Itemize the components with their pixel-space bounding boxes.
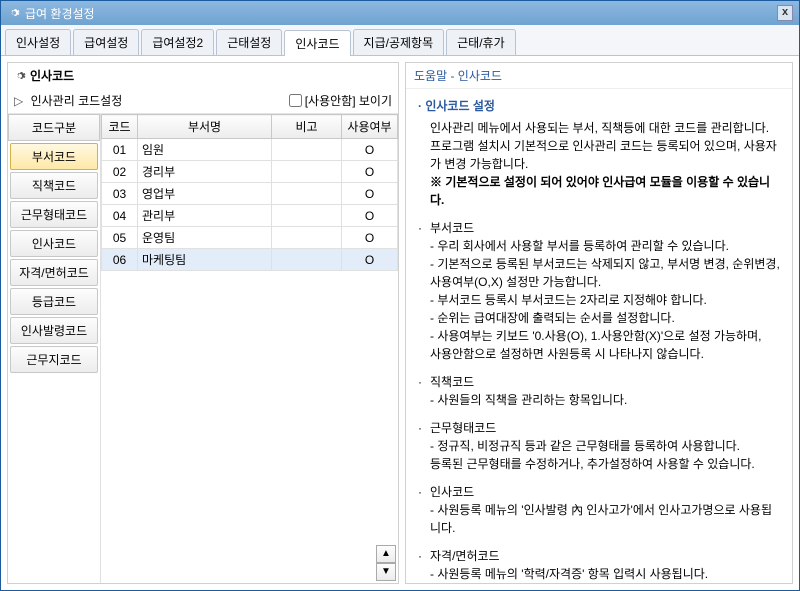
help-text: 사용여부(O,X) 설정만 가능합니다.	[418, 273, 780, 291]
show-unused-label: [사용안함] 보이기	[305, 92, 392, 109]
data-grid[interactable]: 코드부서명비고사용여부 01임원O02경리부O03영업부O04관리부O05운영팀…	[101, 114, 398, 583]
show-unused-toggle[interactable]: [사용안함] 보이기	[289, 92, 392, 109]
help-text: - 부서코드 등록시 부서코드는 2자리로 지정해야 합니다.	[418, 291, 780, 309]
help-body: · 인사코드 설정 인사관리 메뉴에서 사용되는 부서, 직책등에 대한 코드를…	[406, 89, 792, 583]
table-cell[interactable]	[272, 161, 342, 183]
left-panel: 인사코드 ▷ 인사관리 코드설정 [사용안함] 보이기 코드구분 부서코드직책코…	[7, 62, 399, 584]
help-section-title: ·부서코드	[418, 219, 780, 237]
table-cell[interactable]: 운영팀	[138, 227, 272, 249]
table-cell[interactable]: 임원	[138, 139, 272, 161]
help-text: 인사관리 메뉴에서 사용되는 부서, 직책등에 대한 코드를 관리합니다.	[418, 119, 780, 137]
help-section-title: ·근무형태코드	[418, 419, 780, 437]
table-cell[interactable]: 영업부	[138, 183, 272, 205]
close-icon[interactable]: x	[777, 5, 793, 21]
row-order-controls: ▲ ▼	[376, 545, 396, 581]
code-type-button[interactable]: 인사코드	[10, 230, 98, 257]
table-row[interactable]: 03영업부 O	[102, 183, 398, 205]
tab-6[interactable]: 근태/휴가	[446, 29, 516, 55]
table-cell[interactable]: 01	[102, 139, 138, 161]
table-cell[interactable]: O	[342, 249, 398, 271]
help-title: · 인사코드 설정	[418, 97, 780, 115]
help-text: - 정규직, 비정규직 등과 같은 근무형태를 등록하여 사용합니다.	[418, 437, 780, 455]
help-text: - 사용여부는 키보드 '0.사용(O), 1.사용안함(X)'으로 설정 가능…	[418, 327, 780, 345]
table-row[interactable]: 04관리부 O	[102, 205, 398, 227]
left-panel-header: 인사코드	[8, 63, 398, 88]
table-cell[interactable]: 04	[102, 205, 138, 227]
help-text: - 사원등록 메뉴의 '학력/자격증' 항목 입력시 사용됩니다.	[418, 565, 780, 583]
inner-split: 코드구분 부서코드직책코드근무형태코드인사코드자격/면허코드등급코드인사발령코드…	[8, 114, 398, 583]
table-cell[interactable]: O	[342, 139, 398, 161]
table-cell[interactable]: 경리부	[138, 161, 272, 183]
table-cell[interactable]: O	[342, 183, 398, 205]
move-up-button[interactable]: ▲	[376, 545, 396, 563]
table-cell[interactable]: O	[342, 205, 398, 227]
grid-wrap: 코드부서명비고사용여부 01임원O02경리부O03영업부O04관리부O05운영팀…	[100, 114, 398, 583]
code-type-sidebar: 코드구분 부서코드직책코드근무형태코드인사코드자격/면허코드등급코드인사발령코드…	[8, 114, 100, 583]
column-header[interactable]: 사용여부	[342, 115, 398, 139]
help-panel: 도움말 - 인사코드 · 인사코드 설정 인사관리 메뉴에서 사용되는 부서, …	[405, 62, 793, 584]
gear-icon	[14, 70, 26, 82]
move-down-button[interactable]: ▼	[376, 563, 396, 581]
help-text: 등록된 근무형태를 수정하거나, 추가설정하여 사용할 수 있습니다.	[418, 455, 780, 473]
table-cell[interactable]: O	[342, 161, 398, 183]
show-unused-checkbox[interactable]	[289, 94, 302, 107]
content: 인사코드 ▷ 인사관리 코드설정 [사용안함] 보이기 코드구분 부서코드직책코…	[1, 56, 799, 590]
table-cell[interactable]: O	[342, 227, 398, 249]
triangle-icon: ▷	[14, 94, 23, 108]
help-section-title: ·자격/면허코드	[418, 547, 780, 565]
table-cell[interactable]: 관리부	[138, 205, 272, 227]
tab-1[interactable]: 급여설정	[73, 29, 139, 55]
help-text: - 기본적으로 등록된 부서코드는 삭제되지 않고, 부서명 변경, 순위변경,	[418, 255, 780, 273]
code-type-button[interactable]: 근무형태코드	[10, 201, 98, 228]
table-row[interactable]: 06마케팅팀 O	[102, 249, 398, 271]
code-type-button[interactable]: 인사발령코드	[10, 317, 98, 344]
sub-header-label: 인사관리 코드설정	[31, 94, 123, 108]
help-section-title: ·직책코드	[418, 373, 780, 391]
tab-3[interactable]: 근태설정	[216, 29, 282, 55]
table-cell[interactable]	[272, 249, 342, 271]
main-tabs: 인사설정급여설정급여설정2근태설정인사코드지급/공제항목근태/휴가	[1, 25, 799, 56]
help-text: - 사원등록 메뉴의 '인사발령 內 인사고가'에서 인사고가명으로 사용됩니다…	[418, 501, 780, 537]
table-cell[interactable]	[272, 183, 342, 205]
table-cell[interactable]: 06	[102, 249, 138, 271]
help-text: - 순위는 급여대장에 출력되는 순서를 설정합니다.	[418, 309, 780, 327]
gear-icon	[7, 6, 21, 20]
code-type-button[interactable]: 부서코드	[10, 143, 98, 170]
column-header[interactable]: 비고	[272, 115, 342, 139]
column-header[interactable]: 부서명	[138, 115, 272, 139]
tab-0[interactable]: 인사설정	[5, 29, 71, 55]
code-type-button[interactable]: 근무지코드	[10, 346, 98, 373]
table-cell[interactable]: 마케팅팀	[138, 249, 272, 271]
column-header[interactable]: 코드	[102, 115, 138, 139]
help-header: 도움말 - 인사코드	[406, 63, 792, 89]
code-type-button[interactable]: 자격/면허코드	[10, 259, 98, 286]
table-cell[interactable]: 03	[102, 183, 138, 205]
table-cell[interactable]	[272, 227, 342, 249]
table-cell[interactable]	[272, 139, 342, 161]
help-text: - 사원들의 직책을 관리하는 항목입니다.	[418, 391, 780, 409]
code-type-button[interactable]: 등급코드	[10, 288, 98, 315]
help-text: 프로그램 설치시 기본적으로 인사관리 코드는 등록되어 있으며, 사용자가 변…	[418, 137, 780, 173]
tab-5[interactable]: 지급/공제항목	[353, 29, 445, 55]
help-text: ※ 기본적으로 설정이 되어 있어야 인사급여 모듈을 이용할 수 있습니다.	[418, 173, 780, 209]
app-window: 급여 환경설정 x 인사설정급여설정급여설정2근태설정인사코드지급/공제항목근태…	[0, 0, 800, 591]
tab-2[interactable]: 급여설정2	[141, 29, 214, 55]
code-type-header: 코드구분	[8, 114, 100, 141]
tab-4[interactable]: 인사코드	[284, 30, 350, 56]
table-cell[interactable]: 05	[102, 227, 138, 249]
help-text: 사용안함으로 설정하면 사원등록 시 나타나지 않습니다.	[418, 345, 780, 363]
table-row[interactable]: 02경리부 O	[102, 161, 398, 183]
window-title: 급여 환경설정	[25, 5, 95, 22]
table-row[interactable]: 01임원 O	[102, 139, 398, 161]
sub-header: ▷ 인사관리 코드설정 [사용안함] 보이기	[8, 88, 398, 114]
help-section-title: ·인사코드	[418, 483, 780, 501]
table-cell[interactable]: 02	[102, 161, 138, 183]
code-type-button[interactable]: 직책코드	[10, 172, 98, 199]
table-cell[interactable]	[272, 205, 342, 227]
panel-title: 인사코드	[30, 67, 74, 84]
help-text: - 우리 회사에서 사용할 부서를 등록하여 관리할 수 있습니다.	[418, 237, 780, 255]
titlebar: 급여 환경설정 x	[1, 1, 799, 25]
table-row[interactable]: 05운영팀 O	[102, 227, 398, 249]
